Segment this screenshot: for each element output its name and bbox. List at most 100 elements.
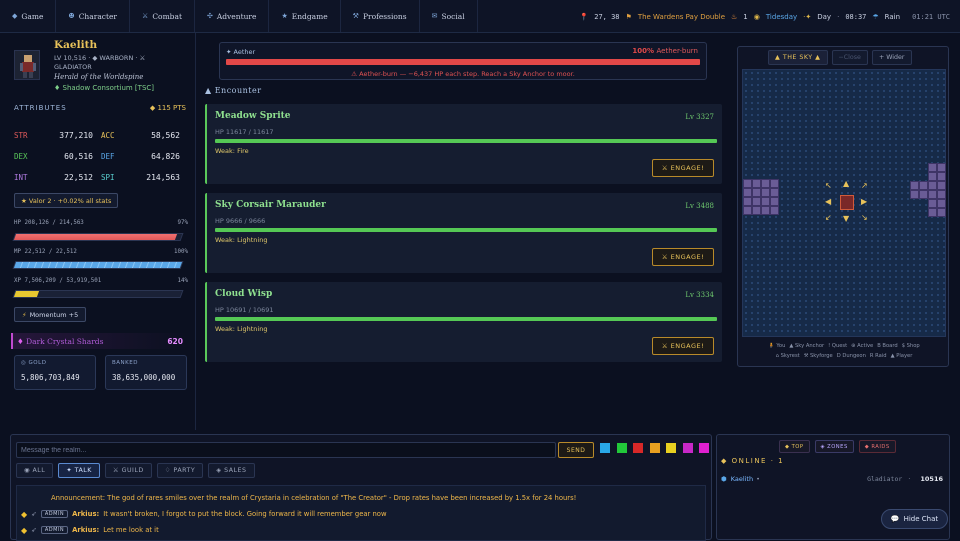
map-structure — [919, 181, 928, 190]
online-player-row[interactable]: ⬢ Kaelith • Gladiator · 10516 — [721, 475, 943, 483]
chat-tab-2[interactable]: ⚔ GUILD — [104, 463, 152, 478]
color-swatch[interactable] — [699, 443, 709, 453]
zoom-close-button[interactable]: −Close — [831, 50, 868, 65]
legend-item: B Board — [877, 343, 898, 349]
event-banner[interactable]: The Wardens Pay Double — [638, 13, 725, 21]
chat-log[interactable]: Announcement: The god of rares smiles ov… — [16, 485, 706, 541]
engage-button[interactable]: ⚔ ENGAGE! — [652, 337, 714, 355]
rain-icon: ☂ — [872, 12, 879, 21]
phase-star-icon: ·✦ — [803, 12, 812, 21]
hp-bar-fill — [13, 234, 178, 240]
momentum-badge: ⚡ Momentum +5 — [14, 307, 87, 322]
hide-chat-button[interactable]: 💬 Hide Chat — [881, 509, 948, 529]
chat-input[interactable] — [16, 442, 556, 458]
online-player-name[interactable]: Kaelith — [731, 475, 753, 483]
nav-item-professions[interactable]: ⚒ Professions — [341, 0, 420, 32]
attribute-value: 22,512 — [64, 173, 93, 182]
color-swatch[interactable] — [649, 443, 660, 453]
player-guild[interactable]: ♦ Shadow Consortium [TSC] — [54, 84, 154, 92]
chat-author[interactable]: Arkius: — [72, 526, 99, 534]
tab-the-sky[interactable]: ▲ THE SKY ▲ — [768, 50, 828, 65]
xp-bar-fill — [13, 291, 40, 297]
sun-icon: ◉ — [753, 12, 760, 21]
character-panel: Kaelith LV 10,516 · ◆ WARBORN · ⚔ GLADIA… — [0, 33, 196, 430]
aether-warning: ⚠ Aether-burn — −6,437 HP each step. Rea… — [351, 70, 575, 78]
move-north-arrow[interactable]: ▲ — [843, 180, 849, 188]
map-structure — [752, 206, 761, 215]
monster-hp-text: HP 10691 / 10691 — [215, 306, 274, 314]
nav-item-label: Character — [78, 11, 118, 21]
map-structure — [770, 197, 779, 206]
attribute-value: 58,562 — [151, 131, 180, 140]
nav-item-game[interactable]: ◆ Game — [0, 0, 57, 32]
move-northeast-arrow[interactable]: ↗ — [861, 182, 868, 190]
chat-tab-0[interactable]: ◉ ALL — [16, 463, 54, 478]
utc-time: 01:21 UTC — [912, 12, 950, 21]
move-south-arrow[interactable]: ▼ — [843, 215, 849, 223]
online-status-dot: • — [756, 475, 760, 483]
shards-value: 620 — [167, 336, 183, 346]
map-structure — [770, 188, 779, 197]
attribute-label: DEX — [14, 152, 28, 161]
diamond-icon: ◆ — [12, 12, 18, 20]
nav-item-character[interactable]: ☻ Character — [56, 0, 131, 32]
xp-bar-label: XP 7,506,209 / 53,919,501 14% — [14, 278, 188, 284]
announcement-text: Announcement: The god of rares smiles ov… — [51, 494, 577, 502]
attribute-value: 60,516 — [64, 152, 93, 161]
online-tabs: ◆ TOP ◈ ZONES ◆ RAIDS — [779, 440, 896, 453]
attribute-dex[interactable]: DEX 60,516 — [14, 152, 101, 161]
map-structure — [761, 206, 770, 215]
send-button[interactable]: SEND — [558, 442, 594, 458]
color-swatch[interactable] — [633, 443, 643, 453]
nav-item-social[interactable]: ✉ Social — [420, 0, 478, 32]
attribute-acc[interactable]: ACC 58,562 — [101, 131, 188, 140]
avatar[interactable] — [14, 50, 40, 80]
color-swatch[interactable] — [600, 443, 610, 453]
nav-item-adventure[interactable]: ✣ Adventure — [195, 0, 270, 32]
move-southwest-arrow[interactable]: ↙ — [825, 214, 832, 222]
move-southeast-arrow[interactable]: ↘ — [861, 214, 868, 222]
map-structure — [919, 190, 928, 199]
nav-item-endgame[interactable]: ★ Endgame — [269, 0, 341, 32]
banked-box: BANKED 38,635,000,000 — [105, 355, 187, 390]
map-structure — [937, 190, 946, 199]
monster-name: Sky Corsair Marauder — [215, 200, 326, 210]
move-northwest-arrow[interactable]: ↖ — [825, 182, 832, 190]
monster-name: Meadow Sprite — [215, 111, 291, 121]
attribute-def[interactable]: DEF 64,826 — [101, 152, 188, 161]
map-structure — [752, 188, 761, 197]
chat-tab-4[interactable]: ◈ SALES — [208, 463, 255, 478]
momentum-text: Momentum +5 — [29, 310, 79, 319]
diamond-icon: ◆ — [21, 525, 28, 535]
attribute-value: 214,563 — [146, 173, 180, 182]
attribute-points[interactable]: ◆ 115 PTS — [150, 104, 186, 112]
move-east-arrow[interactable]: ▶ — [861, 198, 867, 206]
hp-bar — [12, 233, 184, 241]
attribute-spi[interactable]: SPI 214,563 — [101, 173, 188, 182]
monster-hp-text: HP 9666 / 9666 — [215, 217, 266, 225]
tab-zones[interactable]: ◈ ZONES — [814, 440, 854, 453]
tab-raids[interactable]: ◆ RAIDS — [858, 440, 896, 453]
color-swatch[interactable] — [666, 443, 676, 453]
tab-top[interactable]: ◆ TOP — [779, 440, 810, 453]
weakness-label: Weak: — [215, 236, 235, 244]
move-west-arrow[interactable]: ◀ — [825, 198, 831, 206]
color-swatch[interactable] — [682, 443, 693, 453]
engage-button[interactable]: ⚔ ENGAGE! — [652, 248, 714, 266]
nav-item-combat[interactable]: ⚔ Combat — [130, 0, 195, 32]
color-swatch[interactable] — [616, 443, 627, 453]
chat-tab-1[interactable]: ✦ TALK — [58, 463, 100, 478]
sky-map-grid[interactable]: ▲ ▼ ◀ ▶ ↖ ↗ ↙ ↘ — [742, 69, 946, 337]
attribute-int[interactable]: INT 22,512 — [14, 173, 101, 182]
monster-weakness: Weak: Fire — [215, 147, 249, 155]
chat-author[interactable]: Arkius: — [72, 510, 99, 518]
player-gem-icon: ⬢ — [721, 475, 727, 483]
zoom-wider-button[interactable]: + Wider — [871, 50, 912, 65]
hide-chat-label: Hide Chat — [903, 515, 939, 523]
legend-item: ▲ Sky Anchor — [789, 343, 825, 349]
engage-button[interactable]: ⚔ ENGAGE! — [652, 159, 714, 177]
chat-text: Let me look at it — [103, 526, 159, 534]
swords-icon: ⚔ — [142, 12, 149, 20]
chat-tab-3[interactable]: ♢ PARTY — [156, 463, 204, 478]
attribute-str[interactable]: STR 377,210 — [14, 131, 101, 140]
